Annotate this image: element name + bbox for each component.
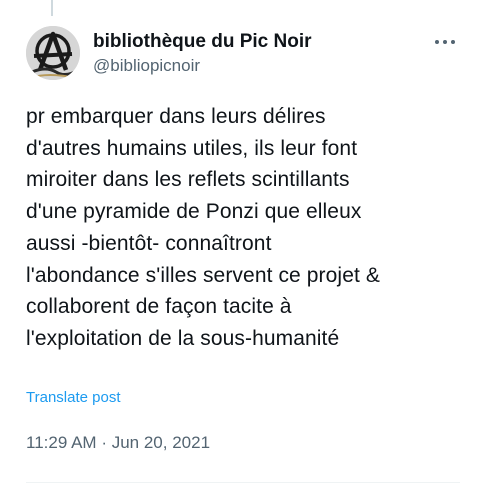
thread-connector-line	[51, 0, 53, 16]
avatar[interactable]	[26, 26, 80, 80]
more-options-button[interactable]	[430, 30, 460, 54]
translate-post-link[interactable]: Translate post	[26, 388, 121, 408]
divider	[26, 482, 460, 483]
anarchy-logo-icon	[26, 26, 80, 80]
post-timestamp: 11:29 AM · Jun 20, 2021	[26, 432, 210, 454]
author-display-name[interactable]: bibliothèque du Pic Noir	[93, 31, 312, 53]
more-horizontal-icon	[451, 40, 455, 44]
post-time[interactable]: 11:29 AM	[26, 433, 97, 452]
more-horizontal-icon	[443, 40, 447, 44]
author-handle[interactable]: @bibliopicnoir	[93, 55, 312, 77]
timestamp-separator: ·	[101, 433, 107, 452]
post-header: bibliothèque du Pic Noir @bibliopicnoir	[26, 26, 460, 82]
post-date[interactable]: Jun 20, 2021	[112, 433, 210, 452]
more-horizontal-icon	[435, 40, 439, 44]
post-text: pr embarquer dans leurs délires d'autres…	[26, 105, 380, 350]
